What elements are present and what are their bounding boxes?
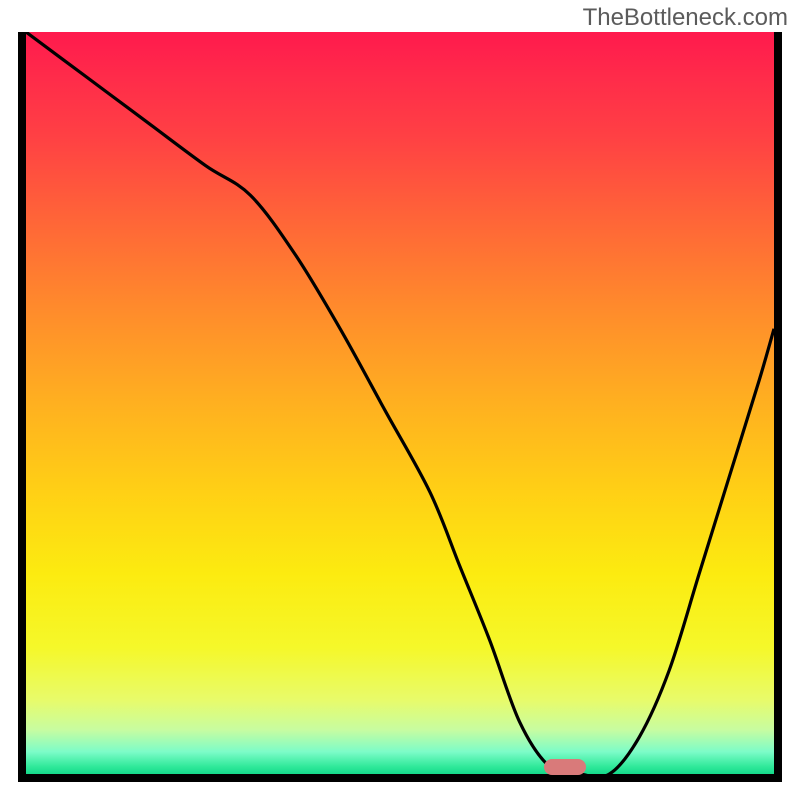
gradient-background xyxy=(26,32,774,774)
watermark-text: TheBottleneck.com xyxy=(583,4,788,32)
plot-frame xyxy=(18,32,782,782)
chart-container: TheBottleneck.com xyxy=(0,0,800,800)
optimal-marker xyxy=(544,759,586,775)
